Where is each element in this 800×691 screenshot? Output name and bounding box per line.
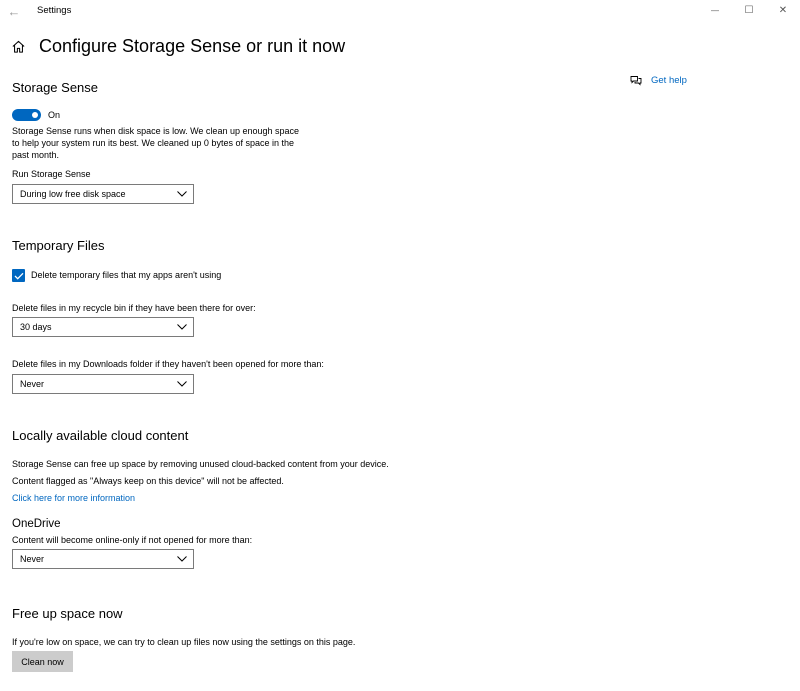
recycle-bin-dropdown[interactable]: 30 days <box>12 317 194 337</box>
delete-temp-files-label: Delete temporary files that my apps aren… <box>31 270 222 280</box>
onedrive-dropdown[interactable]: Never <box>12 549 194 569</box>
onedrive-label: Content will become online-only if not o… <box>12 535 253 545</box>
storage-sense-description: Storage Sense runs when disk space is lo… <box>12 126 300 160</box>
chevron-down-icon <box>177 324 187 330</box>
toggle-knob <box>32 112 38 118</box>
chevron-down-icon <box>177 556 187 562</box>
dropdown-value: Never <box>20 554 45 564</box>
cloud-content-line2: Content flagged as "Always keep on this … <box>12 476 284 486</box>
cloud-content-line1: Storage Sense can free up space by remov… <box>12 459 389 469</box>
page-title: Configure Storage Sense or run it now <box>39 36 346 56</box>
delete-temp-files-checkbox[interactable] <box>12 269 25 282</box>
downloads-dropdown[interactable]: Never <box>12 374 194 394</box>
cloud-content-heading: Locally available cloud content <box>12 428 189 443</box>
back-arrow-icon[interactable]: ← <box>6 3 22 19</box>
free-up-description: If you're low on space, we can try to cl… <box>12 637 356 647</box>
chevron-down-icon <box>177 381 187 387</box>
dropdown-value: During low free disk space <box>20 189 126 199</box>
get-help-label: Get help <box>651 75 687 86</box>
maximize-button[interactable]: ☐ <box>732 0 766 20</box>
close-button[interactable]: ✕ <box>766 0 800 20</box>
window-controls: — ☐ ✕ <box>698 0 800 20</box>
temporary-files-heading: Temporary Files <box>12 238 105 253</box>
minimize-button[interactable]: — <box>698 0 732 20</box>
dropdown-value: Never <box>20 379 45 389</box>
dropdown-value: 30 days <box>20 322 52 332</box>
clean-now-button[interactable]: Clean now <box>12 651 73 672</box>
more-info-link[interactable]: Click here for more information <box>12 492 135 504</box>
recycle-bin-label: Delete files in my recycle bin if they h… <box>12 303 256 313</box>
free-up-space-heading: Free up space now <box>12 606 123 621</box>
title-bar: ← Settings — ☐ ✕ <box>0 0 800 22</box>
chat-help-icon <box>630 76 642 86</box>
run-storage-sense-dropdown[interactable]: During low free disk space <box>12 184 194 204</box>
downloads-label: Delete files in my Downloads folder if t… <box>12 359 324 369</box>
get-help-link[interactable]: Get help <box>630 75 687 86</box>
checkmark-icon <box>14 272 23 280</box>
chevron-down-icon <box>177 191 187 197</box>
storage-sense-heading: Storage Sense <box>12 80 99 95</box>
app-title: Settings <box>37 5 72 16</box>
storage-sense-toggle[interactable] <box>12 109 41 121</box>
run-storage-sense-label: Run Storage Sense <box>12 169 91 179</box>
home-icon[interactable] <box>11 39 26 54</box>
toggle-state-label: On <box>48 110 61 120</box>
onedrive-heading: OneDrive <box>12 518 61 530</box>
